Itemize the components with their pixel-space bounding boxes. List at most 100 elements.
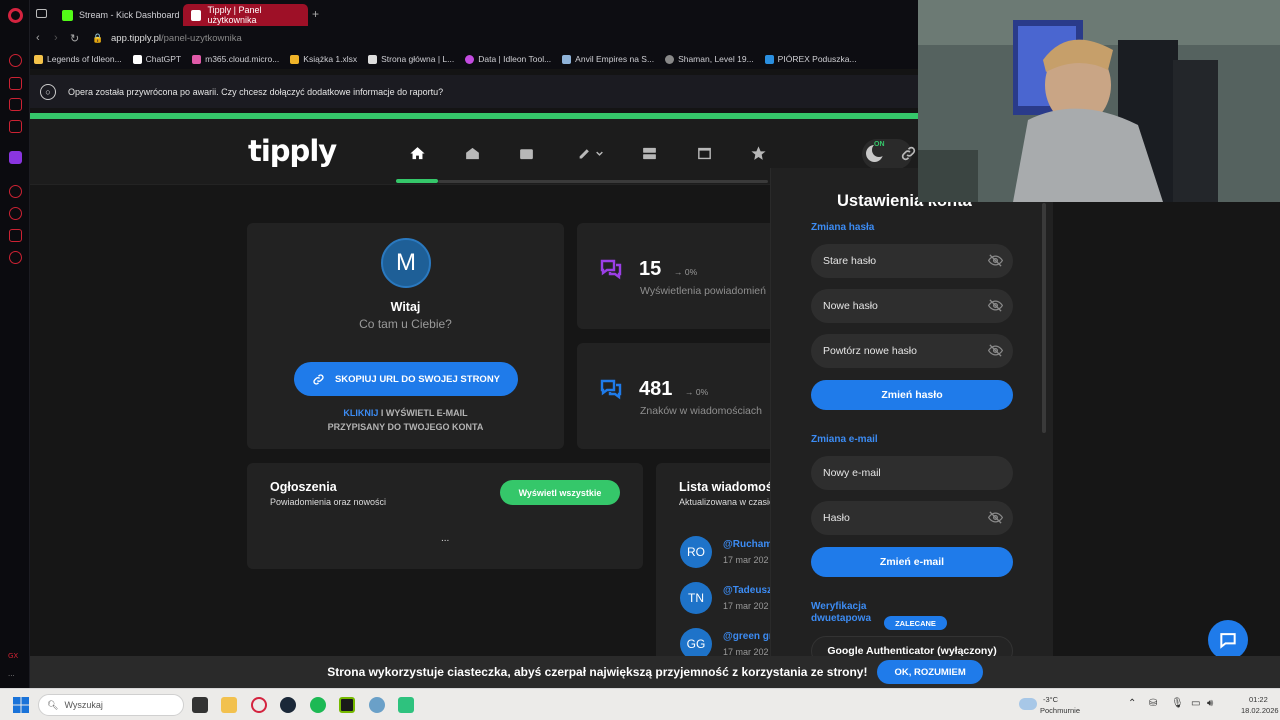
recommended-badge: ZALECANE [884,616,947,630]
app-green-icon[interactable] [398,697,414,713]
search-icon: 🔍︎ [47,699,59,710]
app-icon[interactable] [369,697,385,713]
tab-tipply[interactable]: Tipply | Panel użytkownika [183,4,308,26]
twitch-icon[interactable] [9,151,22,164]
nvidia-icon[interactable] [339,697,355,713]
opera-gx-icon[interactable] [251,697,267,713]
new-tab-button[interactable]: + [312,7,319,21]
message-user[interactable]: @Rucham [723,539,772,550]
messages-subtitle: Aktualizowana w czasie [679,497,775,507]
url-domain: app.tipply.pl [111,33,161,44]
change-password-button[interactable]: Zmień hasło [811,380,1013,410]
wallet-icon[interactable] [516,143,536,163]
window-icon[interactable] [694,143,714,163]
bookmark-icon [192,54,202,64]
bookmark-item[interactable]: Data | Idleon Tool... [465,54,551,64]
home-icon[interactable] [407,143,427,163]
bookmark-label: Książka 1.xlsx [303,54,358,64]
message-user[interactable]: @green gr [723,631,773,642]
tipply-logo[interactable]: tipply [248,134,337,168]
windows-taskbar: 🔍︎ Wyszukaj -3°C Pochmurnie ⌃ ⛁ 🎙︎ ▭ 🔊︎ … [0,688,1280,720]
bookmark-item[interactable]: Anvil Empires na S... [562,54,654,64]
old-password-field[interactable]: Stare hasło [811,244,1013,278]
network-icon[interactable]: ⛁ [1149,698,1157,709]
bookmark-icon [764,54,774,64]
copy-url-button[interactable]: SKOPIUJ URL DO SWOJEJ STRONY [294,362,518,396]
email-note: KLIKNIJ I WYŚWIETL E-MAIL PRZYPISANY DO … [247,406,564,434]
cookie-accept-button[interactable]: OK, ROZUMIEM [877,660,983,684]
microphone-icon[interactable]: 🎙︎ [1171,698,1184,709]
opera-notice-icon: ○ [40,83,56,100]
panel-scrollbar[interactable] [1042,203,1046,433]
eye-off-icon[interactable] [988,511,1003,524]
windows-start-icon[interactable] [13,697,29,713]
server-icon[interactable] [639,143,659,163]
tab-overview-icon[interactable] [36,9,47,18]
player-icon[interactable] [9,185,22,198]
more-icon[interactable]: ··· [8,672,15,680]
email-password-field[interactable]: Hasło [811,501,1013,535]
inbox-icon[interactable] [462,143,482,163]
lock-icon[interactable]: 🔒 [92,33,103,44]
show-email-link[interactable]: KLIKNIJ [343,408,378,418]
messenger-icon[interactable] [9,98,22,111]
message-user[interactable]: @Tadeusz [723,585,772,596]
display-icon[interactable]: ▭ [1191,698,1200,709]
bookmark-item[interactable]: PIÓREX Poduszka... [764,54,857,64]
forward-icon[interactable]: › [54,32,58,44]
link-icon[interactable] [898,143,918,163]
chat-bubbles-icon [600,379,622,400]
spotify-icon[interactable] [310,697,326,713]
new-email-field[interactable]: Nowy e-mail [811,456,1013,490]
repeat-password-field[interactable]: Powtórz nowe hasło [811,334,1013,368]
show-all-button[interactable]: Wyświetl wszystkie [500,480,620,505]
history-icon[interactable] [9,207,22,220]
opera-logo-icon[interactable] [8,8,23,23]
bookmark-item[interactable]: ChatGPT [132,54,181,64]
crash-notice-bar[interactable]: ○ Opera została przywrócona po awarii. C… [30,75,918,108]
announcements-card: Ogłoszenia Powiadomienia oraz nowości Wy… [247,463,643,569]
webcam-image [918,0,1280,202]
eye-off-icon[interactable] [988,254,1003,267]
bookmark-item[interactable]: Legends of Idleon... [34,54,122,64]
bookmark-icon [465,54,475,64]
tab-kick[interactable]: Stream - Kick Dashboard [54,4,202,26]
messages-title: Lista wiadomości [679,480,784,494]
aria-icon[interactable] [9,54,22,67]
greeting: Witaj [390,300,421,314]
bookmark-icon [34,54,43,64]
bookmark-item[interactable]: Strona główna | L... [368,54,454,64]
extensions-icon[interactable] [9,229,22,242]
file-explorer-icon[interactable] [221,697,237,713]
weather-temp: -3°C [1043,695,1059,704]
support-chat-button[interactable] [1208,620,1248,660]
star-icon[interactable] [748,143,768,163]
avatar[interactable]: M [381,238,431,288]
task-view-icon[interactable] [192,697,208,713]
settings-icon[interactable] [9,251,22,264]
change-email-button[interactable]: Zmień e-mail [811,547,1013,577]
edit-dropdown-icon[interactable] [571,143,611,163]
volume-icon[interactable]: 🔊︎ [1207,698,1213,709]
eye-off-icon[interactable] [988,299,1003,312]
announcements-title: Ogłoszenia [270,480,337,494]
reload-icon[interactable]: ↻ [70,32,79,45]
bookmark-item[interactable]: m365.cloud.micro... [192,54,279,64]
bookmark-icon [562,54,572,64]
mail-icon[interactable] [9,120,22,133]
clock-time[interactable]: 01:22 [1249,695,1268,704]
eye-off-icon[interactable] [988,344,1003,357]
clock-date[interactable]: 18.02.2026 [1241,706,1279,715]
bag-icon[interactable] [9,77,22,90]
tray-chevron-icon[interactable]: ⌃ [1128,698,1136,709]
new-password-field[interactable]: Nowe hasło [811,289,1013,323]
bookmark-item[interactable]: Shaman, Level 19... [665,54,754,64]
taskbar-search[interactable]: 🔍︎ Wyszukaj [38,694,184,716]
avatar: TN [680,582,712,614]
steam-icon[interactable] [280,697,296,713]
url-field[interactable]: app.tipply.pl/panel-uzytkownika [111,33,242,44]
bookmark-label: Anvil Empires na S... [575,54,655,64]
bookmark-item[interactable]: Książka 1.xlsx [290,54,357,64]
back-icon[interactable]: ‹ [36,32,40,44]
announcements-subtitle: Powiadomienia oraz nowości [270,497,387,507]
